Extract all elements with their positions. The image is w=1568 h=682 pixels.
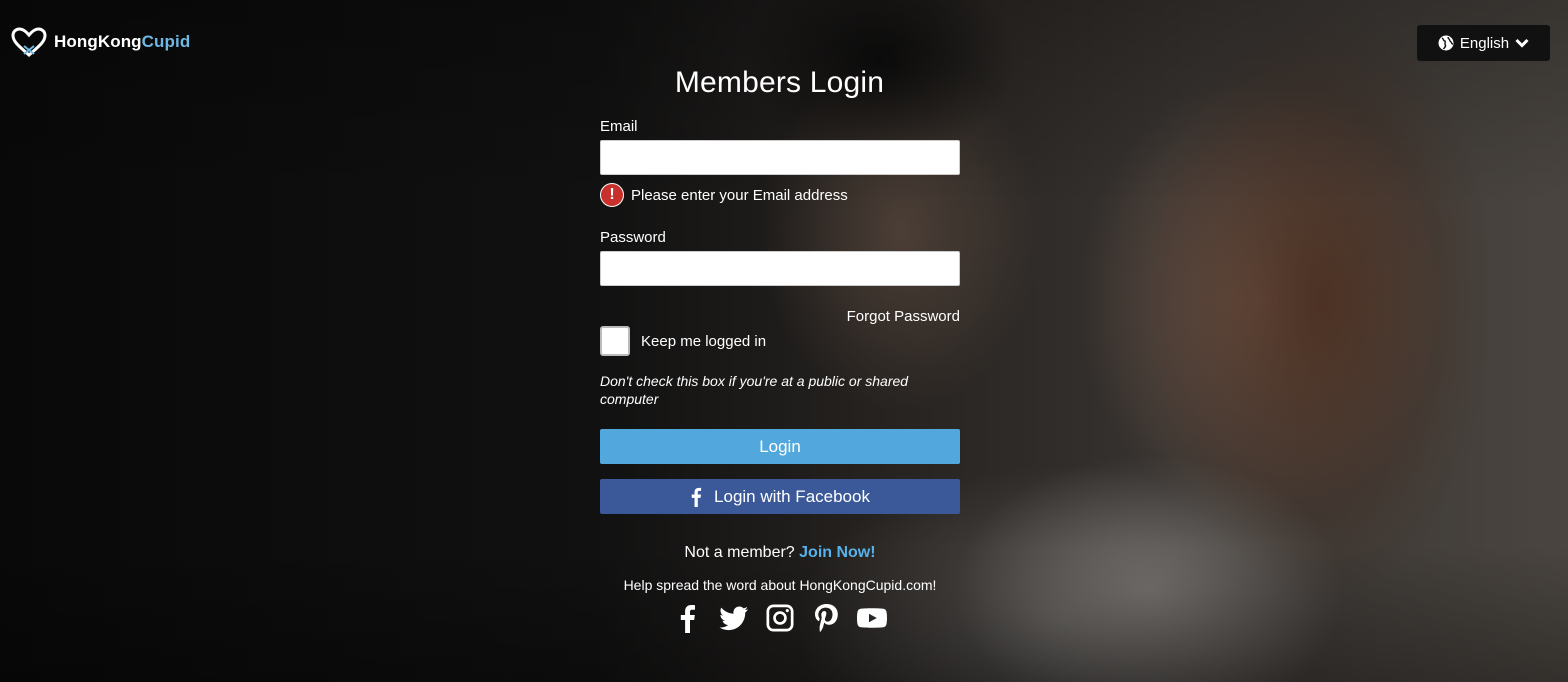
youtube-icon [857, 608, 887, 628]
twitter-icon [719, 606, 748, 631]
pinterest-icon [815, 604, 838, 632]
language-label: English [1459, 34, 1510, 52]
email-error-text: Please enter your Email address [631, 186, 848, 204]
heart-logo-icon [11, 27, 47, 58]
password-field[interactable] [600, 251, 960, 286]
facebook-login-button[interactable]: Login with Facebook [600, 479, 960, 514]
keep-logged-in-checkbox[interactable] [600, 326, 630, 356]
login-button[interactable]: Login [600, 429, 960, 464]
page-title: Members Login [674, 66, 885, 99]
brand-name-part2: Cupid [141, 32, 191, 51]
email-label: Email [600, 118, 638, 135]
site-logo[interactable]: HongKongCupid [10, 26, 190, 58]
social-links [600, 603, 960, 633]
youtube-link[interactable] [857, 603, 887, 633]
keep-logged-in-note: Don't check this box if you're at a publ… [600, 373, 909, 407]
keep-logged-in-row: Keep me logged in [600, 326, 960, 356]
language-selector[interactable]: English [1417, 25, 1550, 61]
facebook-login-label: Login with Facebook [714, 486, 870, 506]
pinterest-link[interactable] [811, 603, 841, 633]
keep-logged-in-label: Keep me logged in [641, 332, 767, 350]
share-text: Help spread the word about HongKongCupid… [623, 577, 937, 593]
forgot-password-link[interactable]: Forgot Password [600, 308, 960, 325]
error-icon: ! [600, 183, 624, 207]
facebook-icon [680, 605, 695, 633]
instagram-link[interactable] [765, 603, 795, 633]
login-button-label: Login [759, 436, 801, 456]
join-now-link[interactable]: Join Now! [799, 544, 875, 561]
signup-prompt: Not a member? Join Now! [600, 544, 960, 562]
globe-icon [1438, 35, 1454, 51]
signup-prompt-text: Not a member? [684, 544, 795, 561]
email-field[interactable] [600, 140, 960, 175]
facebook-icon [691, 487, 702, 507]
twitter-link[interactable] [719, 603, 749, 633]
password-label: Password [600, 229, 666, 246]
brand-name: HongKongCupid [54, 32, 190, 52]
login-form: Members Login Email ! Please enter your … [600, 66, 960, 633]
instagram-icon [766, 604, 794, 632]
facebook-link[interactable] [673, 603, 703, 633]
chevron-down-icon [1515, 38, 1529, 48]
brand-name-part1: HongKong [54, 32, 142, 51]
email-error: ! Please enter your Email address [600, 183, 960, 207]
